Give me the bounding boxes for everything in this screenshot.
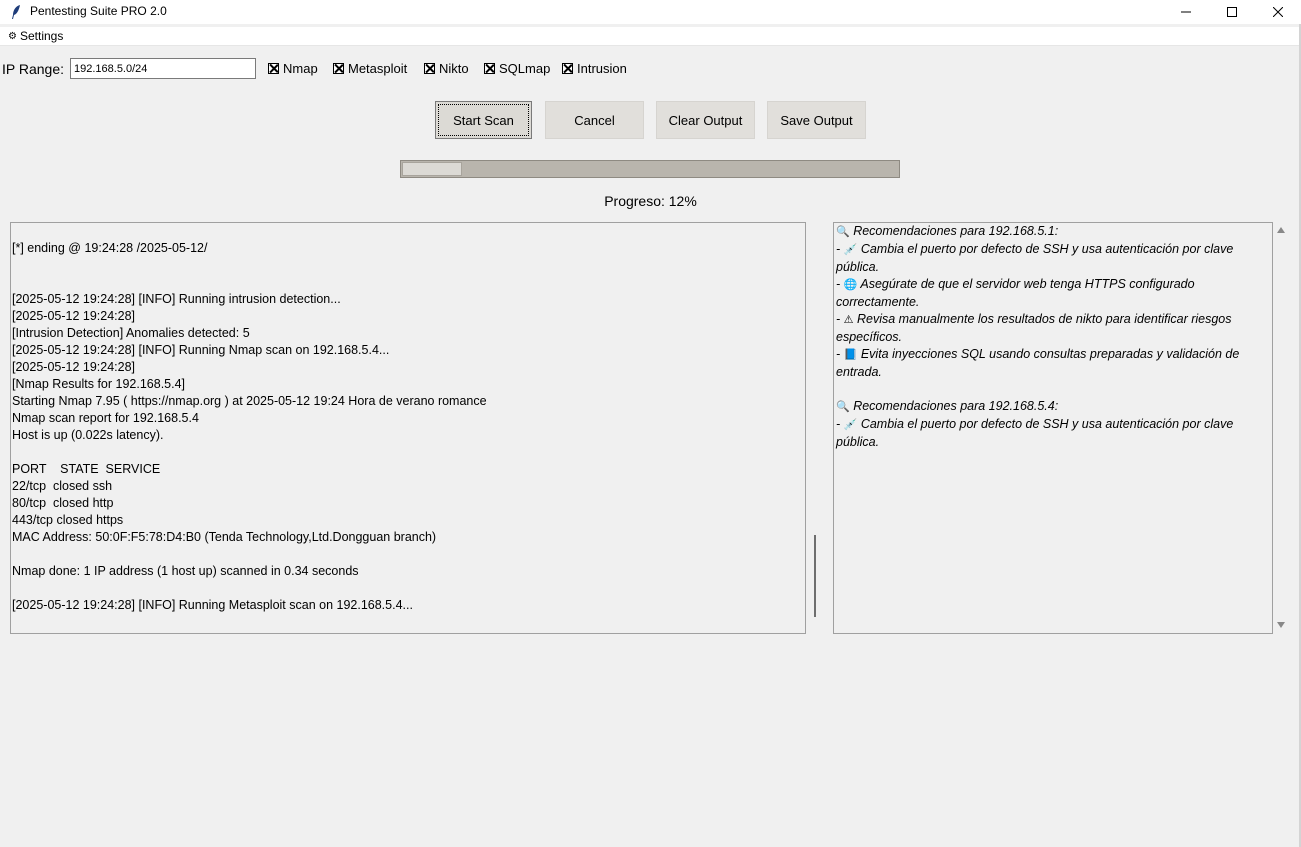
- menu-bar: ⚙ Settings: [0, 27, 1301, 46]
- globe-icon: 🌐: [843, 279, 858, 291]
- output-line: [2025-05-12 19:24:28] [INFO] Running Nma…: [12, 343, 390, 357]
- output-line: [2025-05-12 19:24:28] [INFO] Running int…: [12, 292, 341, 306]
- output-line: 443/tcp closed https: [12, 513, 124, 527]
- output-line: [*] ending @ 19:24:28 /2025-05-12/: [12, 241, 208, 255]
- output-line: Starting Nmap 7.95 ( https://nmap.org ) …: [12, 394, 487, 408]
- recommendation-text: Revisa manualmente los resultados de nik…: [836, 312, 1232, 344]
- output-line: MAC Address: 50:0F:F5:78:D4:B0 (Tenda Te…: [12, 530, 437, 544]
- output-line: PORT STATE SERVICE: [12, 462, 161, 476]
- progress-label: Progreso: 12%: [604, 193, 697, 209]
- bullet-dash: -: [836, 312, 844, 326]
- save-output-button[interactable]: Save Output: [767, 101, 866, 139]
- syringe-icon: 💉: [843, 419, 858, 431]
- gear-icon: ⚙: [8, 30, 17, 42]
- output-line: [2025-05-12 19:24:28]: [12, 309, 136, 323]
- maximize-button[interactable]: [1209, 0, 1255, 24]
- cancel-button[interactable]: Cancel: [545, 101, 644, 139]
- recommendation-text: Recomendaciones para 192.168.5.4:: [853, 399, 1059, 413]
- recommendation-item: - ⚠ Revisa manualmente los resultados de…: [834, 311, 1272, 346]
- minimize-button[interactable]: [1163, 0, 1209, 24]
- checkbox-label: SQLmap: [499, 61, 551, 76]
- syringe-icon: 💉: [843, 244, 858, 256]
- recommendations-scrollbar[interactable]: [1273, 222, 1290, 634]
- magnifier-icon: 🔍: [836, 401, 850, 413]
- ip-range-input[interactable]: [70, 58, 256, 79]
- output-line: Nmap scan report for 192.168.5.4: [12, 411, 199, 425]
- output-line: 22/tcp closed ssh: [12, 479, 113, 493]
- output-scrollbar-thumb[interactable]: [814, 535, 816, 617]
- bullet-dash: -: [836, 242, 844, 256]
- warning-icon: ⚠: [843, 314, 854, 326]
- close-icon: [1273, 7, 1283, 17]
- magnifier-icon: 🔍: [836, 226, 850, 238]
- progress-bar: [400, 160, 900, 178]
- recommendation-text: Recomendaciones para 192.168.5.1:: [853, 224, 1059, 238]
- ip-range-label: IP Range:: [2, 61, 65, 77]
- bullet-dash: -: [836, 347, 844, 361]
- recommendation-header: 🔍 Recomendaciones para 192.168.5.4:: [834, 398, 1272, 416]
- book-icon: 📘: [843, 349, 858, 361]
- close-button[interactable]: [1255, 0, 1301, 24]
- menu-settings-label: Settings: [19, 29, 64, 43]
- checkbox-checked-icon[interactable]: [333, 63, 344, 74]
- bullet-dash: -: [836, 417, 844, 431]
- output-line: Host is up (0.022s latency).: [12, 428, 164, 442]
- checkbox-label: Metasploit: [348, 61, 408, 76]
- scroll-up-arrow-icon[interactable]: [1277, 227, 1285, 233]
- recommendation-item: - 📘 Evita inyecciones SQL usando consult…: [834, 346, 1272, 381]
- output-line: 80/tcp closed http: [12, 496, 114, 510]
- recommendations-panel[interactable]: 🔍 Recomendaciones para 192.168.5.1: - 💉 …: [833, 222, 1273, 634]
- recommendation-header: 🔍 Recomendaciones para 192.168.5.1:: [834, 223, 1272, 241]
- output-line: [2025-05-12 19:24:28]: [12, 360, 136, 374]
- maximize-icon: [1227, 7, 1237, 17]
- output-line: [Intrusion Detection] Anomalies detected…: [12, 326, 250, 340]
- recommendation-text: Cambia el puerto por defecto de SSH y us…: [836, 417, 1234, 449]
- focus-ring: [438, 104, 529, 136]
- recommendation-spacer: [834, 381, 1272, 398]
- output-log[interactable]: [*] ending @ 19:24:28 /2025-05-12/ [2025-…: [10, 222, 806, 634]
- title-bar: Pentesting Suite PRO 2.0: [0, 0, 1301, 24]
- recommendation-item: - 💉 Cambia el puerto por defecto de SSH …: [834, 416, 1272, 451]
- recommendation-text: Evita inyecciones SQL usando consultas p…: [836, 347, 1240, 379]
- output-line: [Nmap Results for 192.168.5.4]: [12, 377, 186, 391]
- menu-settings[interactable]: ⚙ Settings: [8, 29, 63, 43]
- checkbox-label: Intrusion: [577, 61, 627, 76]
- minimize-icon: [1181, 11, 1191, 13]
- checkbox-nmap[interactable]: Nmap: [268, 61, 318, 76]
- checkbox-metasploit[interactable]: Metasploit: [333, 61, 407, 76]
- feather-icon: [12, 5, 20, 19]
- checkbox-label: Nmap: [283, 61, 318, 76]
- checkbox-checked-icon[interactable]: [268, 63, 279, 74]
- checkbox-sqlmap[interactable]: SQLmap: [484, 61, 550, 76]
- checkbox-checked-icon[interactable]: [484, 63, 495, 74]
- checkbox-nikto[interactable]: Nikto: [424, 61, 469, 76]
- checkbox-checked-icon[interactable]: [562, 63, 573, 74]
- start-scan-button[interactable]: Start Scan: [435, 101, 532, 139]
- checkbox-intrusion[interactable]: Intrusion: [562, 61, 627, 76]
- clear-output-button[interactable]: Clear Output: [656, 101, 755, 139]
- recommendation-text: Asegúrate de que el servidor web tenga H…: [836, 277, 1195, 309]
- bullet-dash: -: [836, 277, 844, 291]
- recommendation-item: - 🌐 Asegúrate de que el servidor web ten…: [834, 276, 1272, 311]
- output-scrollbar[interactable]: [806, 222, 824, 634]
- recommendation-text: Cambia el puerto por defecto de SSH y us…: [836, 242, 1234, 274]
- output-line: [2025-05-12 19:24:28] [INFO] Running Met…: [12, 598, 413, 612]
- scroll-down-arrow-icon[interactable]: [1277, 622, 1285, 628]
- output-line: Nmap done: 1 IP address (1 host up) scan…: [12, 564, 359, 578]
- checkbox-checked-icon[interactable]: [424, 63, 435, 74]
- window-title: Pentesting Suite PRO 2.0: [30, 4, 167, 18]
- progress-bar-fill: [402, 162, 462, 176]
- checkbox-label: Nikto: [439, 61, 469, 76]
- recommendation-item: - 💉 Cambia el puerto por defecto de SSH …: [834, 241, 1272, 276]
